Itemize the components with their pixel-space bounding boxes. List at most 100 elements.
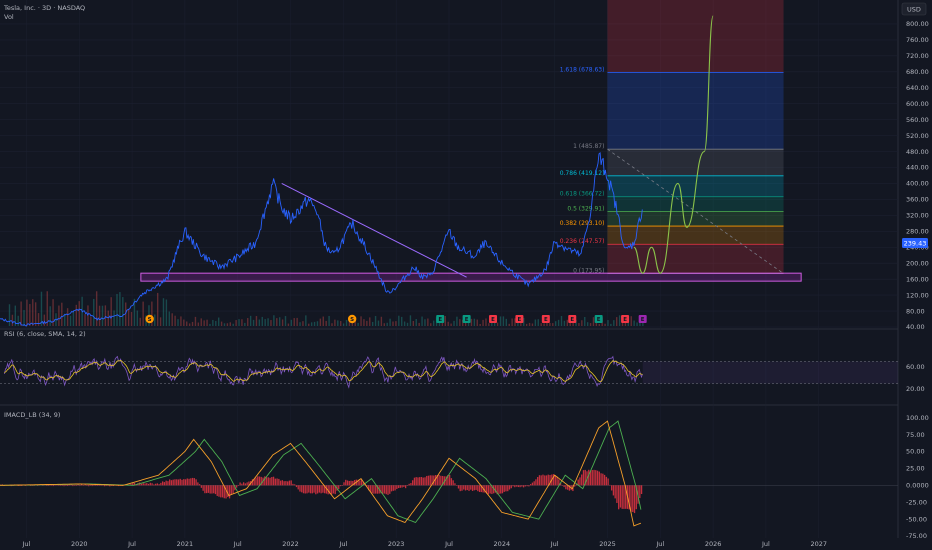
- volume-bar: [604, 323, 606, 326]
- macd-histogram-bar: [258, 476, 261, 486]
- volume-bar: [78, 301, 80, 326]
- support-zone[interactable]: [140, 272, 802, 282]
- volume-bar: [560, 315, 563, 326]
- volume-bar: [322, 316, 324, 326]
- volume-bar: [107, 310, 109, 326]
- volume-bar: [421, 316, 423, 326]
- volume-bar: [398, 315, 400, 326]
- macd-histogram-bar: [295, 485, 298, 488]
- price-tick: 800.00: [906, 20, 929, 28]
- volume-bar: [40, 291, 43, 326]
- volume-bar: [528, 322, 531, 326]
- macd-histogram-bar: [531, 482, 534, 486]
- volume-bar: [552, 323, 554, 326]
- macd-histogram-bar: [600, 473, 602, 486]
- macd-histogram-bar: [420, 476, 423, 486]
- volume-bar: [496, 322, 499, 326]
- macd-histogram-bar: [547, 474, 549, 486]
- macd-histogram-bar: [221, 485, 224, 498]
- time-tick: Jul: [761, 540, 770, 548]
- volume-bar: [581, 320, 583, 326]
- macd-histogram-bar: [456, 485, 458, 486]
- macd-histogram-bar: [382, 485, 384, 494]
- macd-histogram-bar: [146, 483, 148, 486]
- macd-histogram-bar: [304, 485, 306, 494]
- volume-bar: [98, 305, 101, 326]
- volume-bar: [11, 314, 14, 326]
- volume-bar: [252, 319, 255, 326]
- macd-histogram-bar: [542, 474, 544, 486]
- volume-bar: [531, 323, 534, 326]
- macd-histogram-bar: [621, 485, 623, 509]
- macd-histogram-bar: [343, 482, 345, 486]
- macd-histogram-bar: [415, 477, 417, 486]
- macd-histogram-bar: [176, 479, 178, 486]
- price-tick: 760.00: [906, 36, 929, 44]
- macd-histogram-bar: [510, 485, 512, 489]
- macd-histogram-bar: [193, 478, 195, 486]
- macd-histogram-bar: [281, 480, 284, 486]
- price-tick: 640.00: [906, 84, 929, 92]
- volume-bar: [412, 320, 415, 326]
- macd-title: IMACD_LB (34, 9): [4, 411, 60, 419]
- macd-histogram-bar: [408, 483, 410, 486]
- volume-bar: [598, 323, 600, 326]
- macd-histogram-bar: [565, 485, 567, 490]
- macd-histogram-bar: [244, 483, 247, 486]
- macd-histogram-bar: [338, 485, 340, 490]
- macd-histogram-bar: [149, 482, 151, 486]
- macd-histogram-bar: [59, 485, 62, 486]
- macd-histogram-bar: [306, 485, 308, 494]
- macd-histogram-bar: [52, 485, 55, 487]
- volume-bar: [403, 321, 406, 326]
- macd-histogram-bar: [177, 479, 180, 486]
- volume-bar: [119, 292, 121, 326]
- volume-bar: [69, 315, 72, 326]
- volume-bar: [75, 304, 78, 326]
- volume-bar: [43, 314, 46, 326]
- macd-histogram-bar: [463, 485, 465, 490]
- fib-zone: [607, 72, 784, 150]
- volume-bar: [235, 320, 237, 326]
- volume-bar: [589, 323, 592, 326]
- fib-zone: [607, 196, 784, 212]
- volume-bar: [49, 306, 51, 326]
- macd-histogram-bar: [302, 485, 305, 494]
- macd-histogram-bar: [515, 485, 518, 487]
- volume-bar: [340, 321, 342, 326]
- macd-histogram-bar: [278, 478, 280, 486]
- volume-bar: [188, 323, 191, 326]
- price-tick: 440.00: [906, 164, 929, 172]
- volume-bar: [168, 311, 170, 326]
- volume-bar: [217, 317, 220, 326]
- volume-bar: [424, 319, 426, 326]
- volume-bar: [200, 318, 202, 326]
- macd-histogram-bar: [109, 485, 111, 487]
- macd-histogram-bar: [350, 480, 352, 486]
- volume-bar: [209, 323, 211, 326]
- macd-histogram-bar: [169, 479, 171, 486]
- volume-bar: [287, 323, 290, 326]
- volume-bar: [215, 320, 217, 326]
- macd-histogram-bar: [470, 485, 472, 490]
- macd-histogram-bar: [186, 478, 188, 486]
- macd-tick: -25.00: [906, 498, 927, 506]
- volume-bar: [386, 322, 388, 326]
- macd-histogram-bar: [228, 485, 231, 499]
- volume-bar: [508, 323, 510, 326]
- volume-bar: [476, 319, 478, 326]
- macd-histogram-bar: [96, 485, 99, 486]
- volume-bar: [511, 318, 513, 326]
- volume-bar: [325, 320, 327, 326]
- volume-bar: [305, 315, 307, 326]
- macd-histogram-bar: [165, 480, 167, 486]
- volume-bar: [87, 305, 89, 326]
- volume-bar: [110, 297, 112, 326]
- fib-extension-zone: [607, 0, 784, 73]
- fib-zone: [607, 149, 784, 176]
- macd-histogram-bar: [140, 483, 143, 486]
- macd-histogram-bar: [503, 485, 505, 492]
- macd-histogram-bar: [537, 477, 539, 486]
- volume-bar: [488, 323, 490, 326]
- chart-canvas[interactable]: 0 (173.95)0.236 (247.57)0.382 (293.10)0.…: [0, 0, 932, 550]
